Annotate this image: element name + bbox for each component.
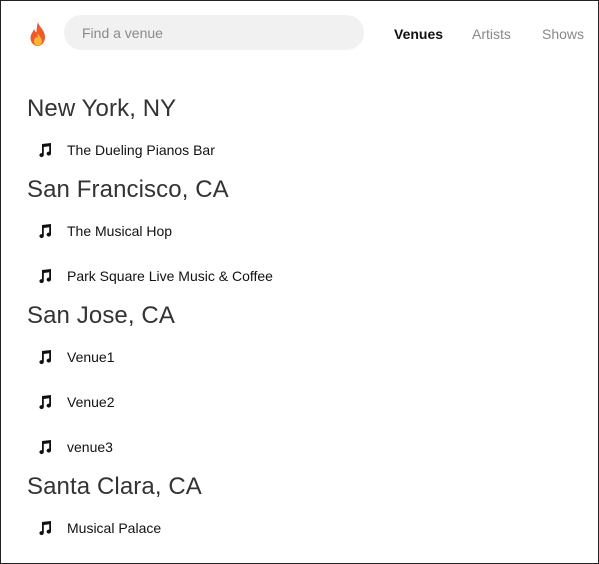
music-note-icon [39, 439, 52, 454]
city-heading: San Francisco, CA [27, 176, 229, 203]
city-group: San Francisco, CA The Musical Hop Park S… [27, 172, 598, 298]
venue-item[interactable]: Park Square Live Music & Coffee [37, 253, 598, 298]
venue-list: New York, NY The Dueling Pianos Bar San … [27, 91, 598, 550]
venue-name: Musical Palace [67, 519, 162, 536]
music-note-icon [39, 268, 52, 283]
venue-name: Venue1 [67, 348, 115, 365]
top-navbar: Venues Artists Shows [1, 1, 598, 65]
venue-item[interactable]: The Musical Hop [37, 208, 598, 253]
city-group: San Jose, CA Venue1 Venue2 venue3 [27, 298, 598, 469]
venue-item[interactable]: Venue1 [37, 334, 598, 379]
venue-item[interactable]: venue3 [37, 424, 598, 469]
venue-name: venue3 [67, 438, 113, 455]
music-note-icon [39, 142, 52, 157]
city-group: Santa Clara, CA Musical Palace [27, 469, 598, 550]
venue-name: The Dueling Pianos Bar [67, 141, 215, 158]
city-heading: San Jose, CA [27, 302, 175, 329]
flame-icon[interactable] [26, 21, 50, 47]
app-window: Venues Artists Shows New York, NY The Du… [0, 0, 599, 564]
nav-shows[interactable]: Shows [542, 26, 584, 42]
venue-name: Venue2 [67, 393, 115, 410]
city-heading: Santa Clara, CA [27, 473, 202, 500]
venue-item[interactable]: Musical Palace [37, 505, 598, 550]
venue-item[interactable]: Venue2 [37, 379, 598, 424]
venue-name: The Musical Hop [67, 222, 173, 239]
music-note-icon [39, 394, 52, 409]
search-input[interactable] [64, 15, 364, 50]
city-group: New York, NY The Dueling Pianos Bar [27, 91, 598, 172]
venue-item[interactable]: The Dueling Pianos Bar [37, 127, 598, 172]
city-heading: New York, NY [27, 95, 177, 122]
venue-name: Park Square Live Music & Coffee [67, 267, 273, 284]
nav-artists[interactable]: Artists [472, 26, 511, 42]
nav-venues[interactable]: Venues [394, 26, 443, 42]
music-note-icon [39, 349, 52, 364]
music-note-icon [39, 223, 52, 238]
music-note-icon [39, 520, 52, 535]
